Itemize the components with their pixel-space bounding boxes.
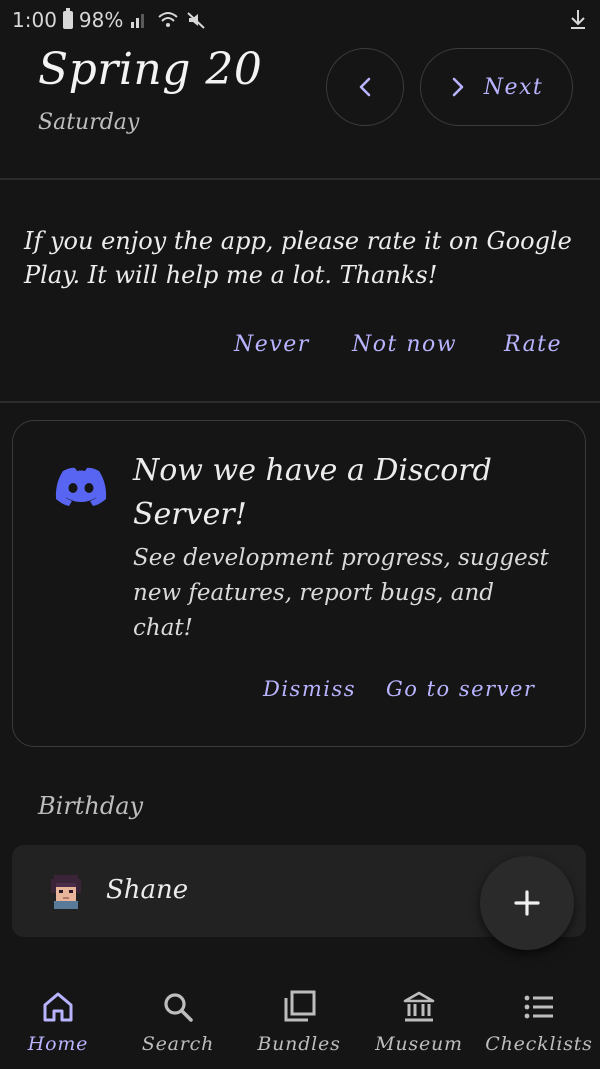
villager-avatar	[51, 875, 81, 909]
status-left: 1:00 98%	[12, 8, 207, 32]
discord-icon	[55, 467, 107, 506]
status-bar: 1:00 98%	[0, 0, 600, 40]
divider	[0, 401, 600, 403]
nav-search[interactable]: Search	[118, 975, 238, 1069]
bottom-navigation: Home Search Bundles Museum Checklists	[0, 975, 600, 1069]
never-button[interactable]: Never	[234, 332, 310, 357]
download-icon	[571, 10, 585, 29]
plus-icon	[514, 890, 540, 916]
bundles-icon	[284, 990, 316, 1022]
nav-bundles[interactable]: Bundles	[239, 975, 359, 1069]
chevron-left-icon	[359, 77, 371, 97]
nav-museum[interactable]: Museum	[359, 975, 479, 1069]
nav-checklists[interactable]: Checklists	[479, 975, 599, 1069]
wifi-icon	[158, 12, 179, 27]
nav-checklists-label: Checklists	[485, 1033, 593, 1055]
day-subtitle: Saturday	[38, 110, 140, 135]
rate-prompt-text: If you enjoy the app, please rate it on …	[24, 227, 572, 289]
chevron-right-icon	[452, 77, 464, 97]
nav-museum-label: Museum	[375, 1033, 463, 1055]
next-label: Next	[483, 74, 544, 100]
museum-icon	[403, 991, 435, 1022]
battery-icon	[62, 8, 73, 29]
home-icon	[43, 992, 73, 1022]
signal-icon	[131, 14, 145, 28]
villager-name: Shane	[106, 875, 189, 905]
next-day-button[interactable]: Next	[420, 48, 573, 126]
status-battery: 98%	[78, 8, 124, 32]
divider	[0, 178, 600, 180]
previous-day-button[interactable]	[326, 48, 404, 126]
go-to-server-button[interactable]: Go to server	[386, 677, 535, 701]
nav-bundles-label: Bundles	[257, 1033, 341, 1055]
status-time: 1:00	[12, 8, 57, 32]
discord-card: Now we have a Discord Server! See develo…	[12, 420, 586, 747]
not-now-button[interactable]: Not now	[352, 332, 457, 357]
discord-title: Now we have a Discord Server!	[133, 453, 492, 532]
checklist-icon	[524, 995, 553, 1019]
discord-body: See development progress, suggest new fe…	[133, 545, 549, 641]
dismiss-button[interactable]: Dismiss	[263, 677, 356, 701]
nav-search-label: Search	[141, 1033, 215, 1055]
nav-home-label: Home	[27, 1033, 89, 1055]
nav-home[interactable]: Home	[0, 975, 118, 1069]
rate-button[interactable]: Rate	[504, 332, 562, 357]
add-button[interactable]	[480, 856, 574, 950]
birthday-section-label: Birthday	[38, 792, 144, 820]
date-title: Spring 20	[38, 44, 263, 95]
search-icon	[164, 993, 193, 1022]
mute-icon	[187, 12, 206, 29]
app-screen: 1:00 98% Spring 20 Saturday Next If you …	[0, 0, 600, 1069]
